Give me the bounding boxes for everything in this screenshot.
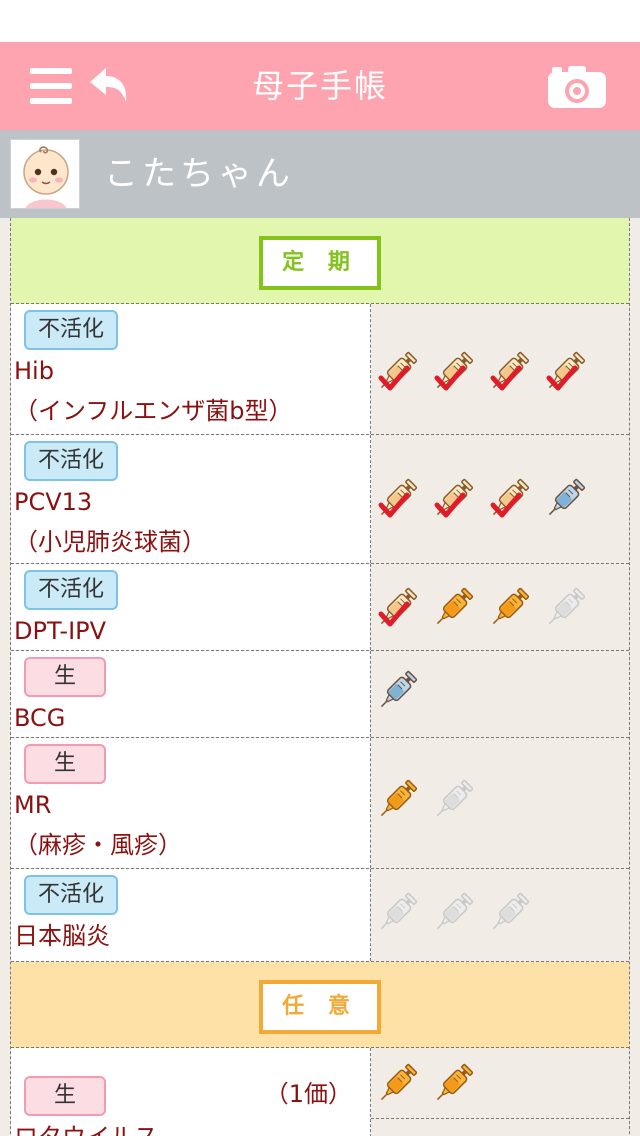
child-name: こたちゃん	[104, 154, 294, 194]
vaccine-name: PCV13	[14, 488, 93, 516]
syringe-icon[interactable]	[545, 584, 585, 632]
avatar	[10, 139, 80, 209]
vaccine-name: MR	[14, 791, 52, 819]
dose-list	[377, 475, 585, 523]
syringe-icon[interactable]	[377, 889, 417, 937]
dose-cell	[371, 1048, 629, 1136]
dose-type-label: （1価）	[264, 1080, 352, 1108]
vaccine-table: 定 期 不活化 Hib （インフルエンザ菌b型） 不活化 PCV13 （小児肺炎…	[10, 218, 630, 1136]
syringe-icon[interactable]	[433, 1060, 473, 1108]
vaccine-type-badge: 生	[24, 744, 106, 784]
vaccine-row-dpt-ipv[interactable]: 不活化 DPT-IPV	[11, 564, 629, 651]
vaccine-subname: （小児肺炎球菌）	[14, 528, 206, 556]
vaccine-type-badge: 生	[24, 657, 106, 697]
nav-bar: 母子手帳	[0, 42, 640, 130]
syringe-done-icon[interactable]	[377, 475, 417, 523]
syringe-done-icon[interactable]	[489, 348, 529, 396]
vaccine-row-pcv13[interactable]: 不活化 PCV13 （小児肺炎球菌）	[11, 435, 629, 564]
status-bar	[0, 0, 640, 42]
dose-list	[377, 348, 585, 396]
section-label-nini: 任 意	[259, 980, 381, 1034]
dose-cell	[371, 435, 629, 563]
vaccine-name-cell: （1価） 生 ロタウイルス	[11, 1048, 371, 1136]
page-title: 母子手帳	[251, 67, 388, 105]
dose-list	[377, 584, 585, 632]
vaccine-row-bcg[interactable]: 生 BCG	[11, 651, 629, 738]
syringe-icon[interactable]	[433, 776, 473, 824]
section-header-teiki: 定 期	[11, 218, 629, 304]
vaccine-name: DPT-IPV	[14, 617, 107, 645]
syringe-done-icon[interactable]	[433, 475, 473, 523]
baby-icon	[11, 140, 79, 208]
syringe-done-icon[interactable]	[433, 348, 473, 396]
vaccine-name: 日本脳炎	[14, 922, 110, 950]
syringe-done-icon[interactable]	[377, 584, 417, 632]
dose-subcell	[371, 1048, 629, 1119]
vaccine-row-japanese-encephalitis[interactable]: 不活化 日本脳炎	[11, 869, 629, 962]
section-label-teiki: 定 期	[259, 236, 381, 290]
syringe-icon[interactable]	[489, 584, 529, 632]
syringe-done-icon[interactable]	[545, 348, 585, 396]
profile-bar[interactable]: こたちゃん	[0, 130, 640, 218]
vaccine-row-hib[interactable]: 不活化 Hib （インフルエンザ菌b型）	[11, 304, 629, 435]
dose-subcell	[371, 1119, 629, 1136]
vaccine-subname: （インフルエンザ菌b型）	[14, 397, 293, 425]
vaccine-type-badge: 生	[24, 1076, 106, 1116]
vaccine-list[interactable]: 定 期 不活化 Hib （インフルエンザ菌b型） 不活化 PCV13 （小児肺炎…	[0, 218, 640, 1136]
dose-cell	[371, 651, 629, 737]
camera-button[interactable]	[546, 64, 608, 110]
vaccine-name: BCG	[14, 704, 66, 732]
syringe-done-icon[interactable]	[489, 475, 529, 523]
vaccine-name: ロタウイルス	[14, 1118, 370, 1136]
dose-list	[377, 1060, 473, 1108]
dose-cell	[371, 869, 629, 961]
vaccine-type-badge: 不活化	[24, 441, 119, 481]
dose-cell	[371, 304, 629, 434]
syringe-done-icon[interactable]	[377, 348, 417, 396]
vaccine-name-cell: 不活化 Hib （インフルエンザ菌b型）	[11, 304, 371, 434]
vaccine-type-badge: 不活化	[24, 570, 119, 610]
syringe-icon[interactable]	[433, 584, 473, 632]
section-header-nini: 任 意	[11, 962, 629, 1048]
vaccine-row-rotavirus[interactable]: （1価） 生 ロタウイルス	[11, 1048, 629, 1136]
dose-list	[377, 667, 417, 715]
vaccine-row-mr[interactable]: 生 MR （麻疹・風疹）	[11, 738, 629, 869]
camera-icon	[548, 66, 606, 108]
vaccine-name-cell: 生 MR （麻疹・風疹）	[11, 738, 371, 868]
vaccine-type-badge: 不活化	[24, 310, 119, 350]
syringe-icon[interactable]	[489, 889, 529, 937]
syringe-icon[interactable]	[545, 475, 585, 523]
vaccine-name: Hib	[14, 357, 54, 385]
syringe-icon[interactable]	[377, 776, 417, 824]
dose-list	[377, 776, 473, 824]
dose-list	[377, 889, 529, 937]
syringe-icon[interactable]	[377, 667, 417, 715]
vaccine-subname: （麻疹・風疹）	[14, 831, 182, 859]
dose-cell	[371, 738, 629, 868]
vaccine-name-cell: 不活化 PCV13 （小児肺炎球菌）	[11, 435, 371, 563]
dose-cell	[371, 564, 629, 650]
vaccine-type-badge: 不活化	[24, 875, 119, 915]
syringe-icon[interactable]	[433, 889, 473, 937]
vaccine-name-cell: 生 BCG	[11, 651, 371, 737]
syringe-icon[interactable]	[377, 1060, 417, 1108]
vaccine-name-cell: 不活化 DPT-IPV	[11, 564, 371, 650]
vaccine-name-cell: 不活化 日本脳炎	[11, 869, 371, 961]
